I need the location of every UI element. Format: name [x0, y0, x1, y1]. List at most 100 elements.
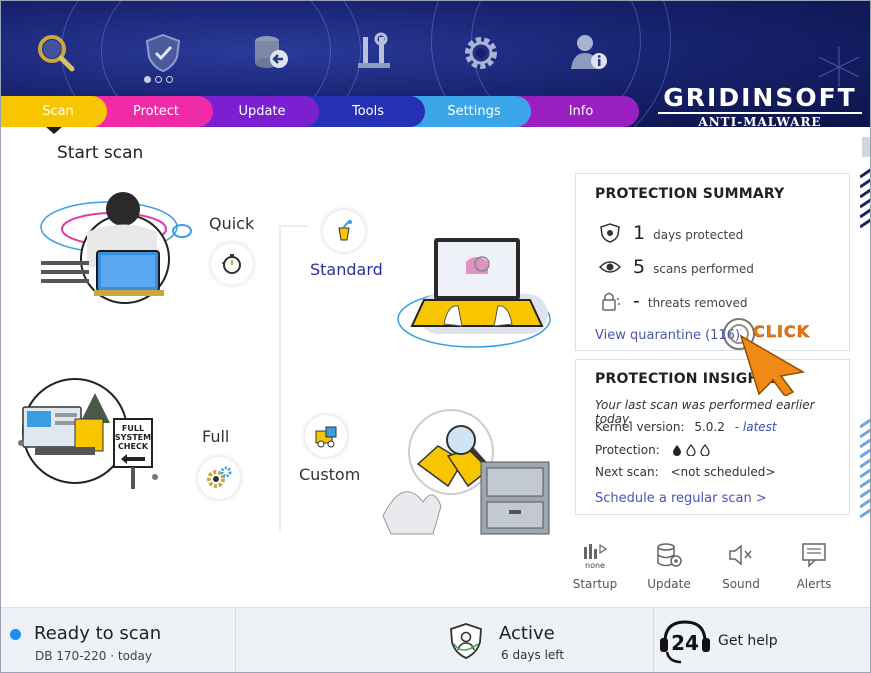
tab-label: Update: [238, 104, 286, 119]
startup-button[interactable]: none Startup: [565, 541, 625, 592]
tab-update[interactable]: Update: [197, 96, 319, 127]
protection-insights-panel: PROTECTION INSIGHTS Your last scan was p…: [575, 359, 850, 515]
update-button[interactable]: Update: [639, 541, 699, 592]
custom-scan-illustration[interactable]: [363, 406, 553, 538]
standard-scan-button[interactable]: [323, 210, 365, 252]
click-annotation: CLICK: [753, 322, 811, 341]
custom-scan-icon: [315, 426, 337, 448]
main-tabs: Scan Protect Update Tools Settings Info: [1, 96, 641, 127]
standard-scan-label[interactable]: Standard: [310, 260, 383, 279]
status-bar: Ready to scan DB 170-220 · today Active …: [1, 607, 870, 672]
search-icon[interactable]: [34, 31, 78, 75]
alerts-icon: [802, 543, 826, 568]
eye-scan-icon: [599, 261, 621, 273]
tools-icon[interactable]: [353, 31, 397, 75]
database-version: DB 170-220 · today: [35, 649, 152, 663]
page-dot: [144, 76, 151, 83]
tab-label: Tools: [351, 104, 385, 119]
next-scan-label: Next scan:: [595, 465, 659, 479]
ready-status-title: Ready to scan: [34, 623, 162, 644]
summary-title: PROTECTION SUMMARY: [595, 186, 785, 202]
startup-icon: none: [584, 543, 608, 569]
scans-performed-label: scans performed: [653, 262, 754, 276]
full-scan-label[interactable]: Full: [202, 427, 229, 446]
support-24-badge: 24: [671, 631, 699, 655]
protection-label: Protection:: [595, 443, 660, 457]
scan-divider: [279, 225, 309, 227]
footer-divider: [653, 608, 654, 672]
threats-removed-row: - threats removed: [599, 290, 748, 312]
user-info-icon[interactable]: [567, 31, 611, 75]
days-protected-label: days protected: [653, 228, 744, 242]
tab-label: Protect: [133, 104, 179, 119]
logo-sub-text: ANTI-MALWARE: [658, 112, 862, 127]
stopwatch-icon: [222, 254, 241, 274]
threats-removed-label: threats removed: [647, 296, 748, 310]
standard-scan-icon: [338, 220, 352, 241]
kernel-latest-link[interactable]: latest: [743, 420, 777, 434]
quick-scan-label[interactable]: Quick: [209, 214, 254, 233]
shield-virus-icon: [600, 223, 620, 243]
days-protected-value: 1: [633, 222, 646, 244]
sign-line-1: FULL: [122, 424, 144, 433]
full-scan-illustration[interactable]: FULL SYSTEM CHECK: [15, 373, 167, 491]
standard-scan-illustration[interactable]: [396, 234, 551, 349]
days-protected-row: 1 days protected: [599, 222, 743, 244]
support-headset-icon[interactable]: 24: [657, 616, 713, 668]
quick-scan-button[interactable]: [211, 243, 253, 285]
schedule-scan-link[interactable]: Schedule a regular scan >: [595, 491, 767, 506]
scans-performed-value: 5: [633, 256, 646, 278]
startup-badge: none: [585, 561, 605, 569]
quick-scan-illustration[interactable]: [39, 187, 204, 311]
page-dot: [166, 76, 173, 83]
tab-info[interactable]: Info: [515, 96, 639, 127]
protection-row: Protection:: [595, 443, 714, 457]
tab-scan[interactable]: Scan: [1, 96, 107, 127]
lock-icon: [602, 292, 620, 311]
tab-settings[interactable]: Settings: [409, 96, 531, 127]
startup-label: Startup: [572, 577, 618, 591]
right-decoration: [860, 137, 870, 519]
get-help-link[interactable]: Get help: [718, 633, 778, 649]
sound-muted-icon: [729, 544, 752, 566]
alerts-label: Alerts: [796, 577, 832, 591]
alerts-button[interactable]: Alerts: [784, 541, 844, 592]
tab-label: Settings: [447, 104, 501, 119]
database-update-icon[interactable]: [249, 31, 293, 75]
custom-scan-button[interactable]: [305, 415, 347, 457]
license-days-left: 6 days left: [501, 648, 565, 662]
sound-button[interactable]: Sound: [711, 541, 771, 592]
page-indicator: [144, 76, 173, 83]
scans-performed-row: 5 scans performed: [599, 256, 754, 278]
gear-icon[interactable]: [459, 31, 503, 75]
tab-label: Scan: [42, 104, 74, 119]
kernel-value: 5.0.2: [694, 420, 725, 434]
custom-scan-label[interactable]: Custom: [299, 465, 360, 484]
page-title: Start scan: [57, 143, 144, 163]
app-window: Scan Protect Update Tools Settings Info …: [0, 0, 871, 673]
kernel-version-row: Kernel version: 5.0.2 - latest: [595, 420, 777, 434]
protection-level-icon: [672, 444, 710, 456]
sign-line-2: SYSTEM: [115, 433, 151, 442]
status-dot: [10, 629, 21, 640]
license-status-title[interactable]: Active: [499, 623, 555, 644]
scan-divider: [279, 226, 281, 531]
sign-line-3: CHECK: [118, 442, 149, 451]
shield-icon[interactable]: [141, 31, 185, 75]
footer-divider: [235, 608, 236, 672]
update-label: Update: [647, 577, 691, 591]
tab-label: Info: [568, 104, 594, 119]
full-scan-button[interactable]: [198, 457, 240, 499]
next-scan-value: <not scheduled>: [670, 465, 776, 479]
gridinsoft-logo: GRIDINSOFT ANTI-MALWARE: [658, 85, 862, 127]
tab-protect[interactable]: Protect: [91, 96, 213, 127]
active-tab-pointer: [46, 127, 62, 134]
kernel-sep: -: [734, 420, 740, 434]
next-scan-row: Next scan: <not scheduled>: [595, 465, 775, 479]
shield-user-icon[interactable]: [448, 622, 484, 660]
header: Scan Protect Update Tools Settings Info …: [1, 1, 870, 127]
kernel-label: Kernel version:: [595, 420, 685, 434]
threats-removed-value: -: [633, 290, 640, 312]
tab-tools[interactable]: Tools: [303, 96, 425, 127]
page-dot: [155, 76, 162, 83]
